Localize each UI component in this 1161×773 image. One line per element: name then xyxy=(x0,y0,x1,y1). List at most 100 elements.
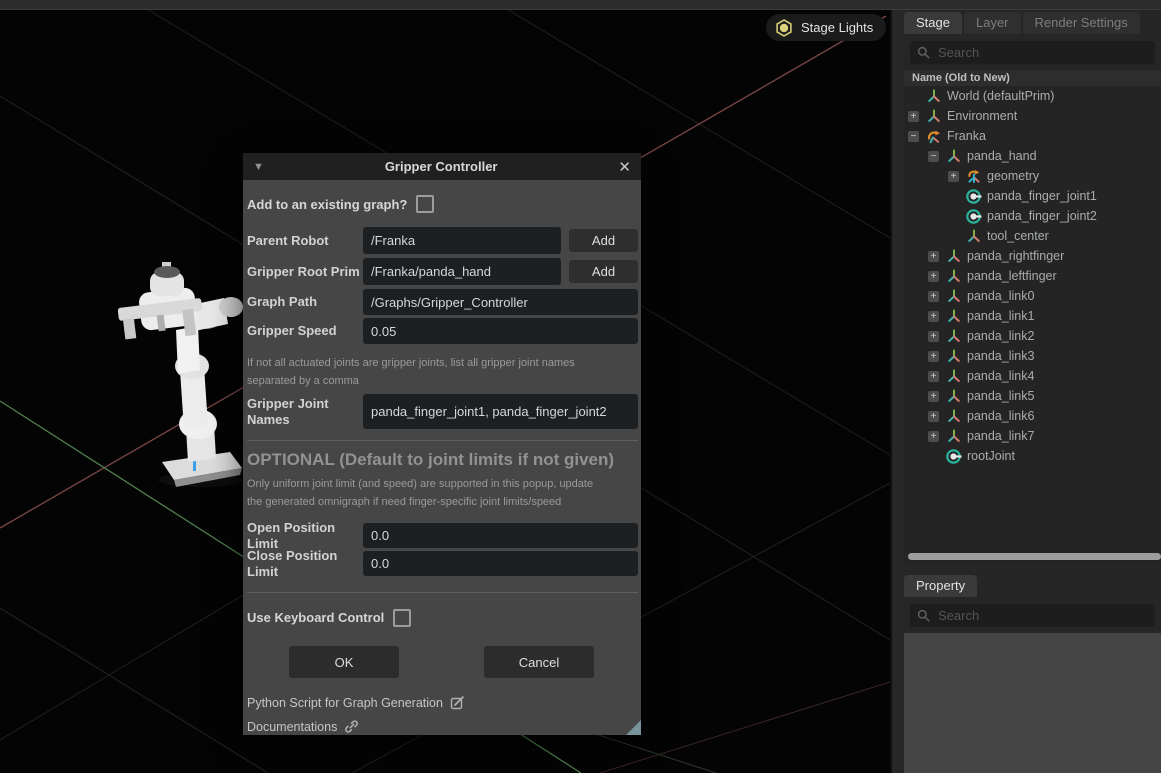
tree-column-header[interactable]: Name (Old to New) xyxy=(904,70,1161,86)
graph-path-input[interactable] xyxy=(363,289,638,315)
stage-search-input[interactable] xyxy=(936,44,1148,61)
property-search-box[interactable] xyxy=(910,604,1155,627)
cancel-button[interactable]: Cancel xyxy=(484,646,594,678)
xform-prim-icon xyxy=(925,108,942,124)
expander-spacer xyxy=(948,211,959,222)
dialog-titlebar[interactable]: ▼ Gripper Controller ✕ xyxy=(243,153,641,180)
tree-item-label: panda_finger_joint1 xyxy=(987,189,1097,203)
documentations-label: Documentations xyxy=(247,720,337,734)
stage-lights-label: Stage Lights xyxy=(801,20,873,35)
collapse-icon[interactable]: ▼ xyxy=(253,161,264,173)
tree-item-panda-link6[interactable]: + panda_link6 xyxy=(904,406,1161,426)
joint-names-hint: If not all actuated joints are gripper j… xyxy=(247,355,619,390)
stage-lights-button[interactable]: Stage Lights xyxy=(766,14,886,41)
python-script-link[interactable]: Python Script for Graph Generation xyxy=(247,695,638,710)
tree-item-panda-link4[interactable]: + panda_link4 xyxy=(904,366,1161,386)
graph-path-label: Graph Path xyxy=(247,294,363,310)
tree-item-panda-finger-joint2[interactable]: panda_finger_joint2 xyxy=(904,206,1161,226)
tree-item-label: panda_leftfinger xyxy=(967,269,1057,283)
add-existing-checkbox[interactable] xyxy=(416,195,434,213)
panel-divider[interactable] xyxy=(904,563,1161,575)
tree-item-panda-leftfinger[interactable]: + panda_leftfinger xyxy=(904,266,1161,286)
python-script-label: Python Script for Graph Generation xyxy=(247,696,443,710)
dialog-resize-grip[interactable] xyxy=(626,720,641,735)
expand-icon[interactable]: + xyxy=(948,171,959,182)
tree-item-panda-link3[interactable]: +panda_link3 xyxy=(904,346,1161,366)
tree-item-label: panda_link2 xyxy=(967,329,1034,343)
expand-icon[interactable]: + xyxy=(928,311,939,322)
expand-icon[interactable]: + xyxy=(928,271,939,282)
tree-item-label: panda_link6 xyxy=(967,409,1034,423)
gripper-root-prim-label: Gripper Root Prim xyxy=(247,264,363,280)
tab-property[interactable]: Property xyxy=(904,575,977,597)
stage-search-box[interactable] xyxy=(910,41,1155,64)
documentations-link[interactable]: Documentations xyxy=(247,719,638,734)
xform-prim-icon xyxy=(945,148,962,164)
parent-robot-label: Parent Robot xyxy=(247,233,363,249)
property-tab-bar: Property xyxy=(904,575,1161,597)
optional-heading: OPTIONAL (Default to joint limits if not… xyxy=(247,450,638,470)
expand-icon[interactable]: + xyxy=(928,251,939,262)
expand-icon[interactable]: + xyxy=(928,351,939,362)
tree-item-environment[interactable]: + Environment xyxy=(904,106,1161,126)
tree-item-rootjoint[interactable]: rootJoint xyxy=(904,446,1161,466)
tree-item-panda-link0[interactable]: + panda_link0 xyxy=(904,286,1161,306)
open-position-limit-input[interactable] xyxy=(363,523,638,548)
tree-item-panda-link7[interactable]: + panda_link7 xyxy=(904,426,1161,446)
xform-prim-icon xyxy=(945,248,962,264)
tree-item-label: World (defaultPrim) xyxy=(947,89,1054,103)
expand-icon[interactable]: + xyxy=(928,371,939,382)
open-position-limit-label: Open Position Limit xyxy=(247,520,363,551)
xform-prim-icon xyxy=(945,268,962,284)
expand-icon[interactable]: + xyxy=(928,391,939,402)
tree-item-franka[interactable]: −Franka xyxy=(904,126,1161,146)
link-icon[interactable] xyxy=(344,719,359,734)
tree-item-tool-center[interactable]: tool_center xyxy=(904,226,1161,246)
tree-item-world-defaultprim-[interactable]: World (defaultPrim) xyxy=(904,86,1161,106)
tree-item-panda-link1[interactable]: + panda_link1 xyxy=(904,306,1161,326)
tree-item-panda-rightfinger[interactable]: +panda_rightfinger xyxy=(904,246,1161,266)
close-icon[interactable]: ✕ xyxy=(618,158,631,176)
tree-item-panda-finger-joint1[interactable]: panda_finger_joint1 xyxy=(904,186,1161,206)
tree-item-geometry[interactable]: +geometry xyxy=(904,166,1161,186)
tab-render-settings[interactable]: Render Settings xyxy=(1023,12,1140,34)
tree-item-panda-hand[interactable]: −panda_hand xyxy=(904,146,1161,166)
gripper-speed-input[interactable] xyxy=(363,318,638,344)
ok-button[interactable]: OK xyxy=(289,646,399,678)
tab-stage[interactable]: Stage xyxy=(904,12,962,34)
tree-item-label: rootJoint xyxy=(967,449,1015,463)
gripper-root-prim-input[interactable] xyxy=(363,258,561,285)
expand-icon[interactable]: + xyxy=(928,331,939,342)
use-keyboard-checkbox[interactable] xyxy=(393,609,411,627)
tree-item-label: panda_link1 xyxy=(967,309,1034,323)
expand-icon[interactable]: + xyxy=(928,431,939,442)
gripper-root-prim-add-button[interactable]: Add xyxy=(569,260,638,283)
parent-robot-input[interactable] xyxy=(363,227,561,254)
expand-icon[interactable]: + xyxy=(908,111,919,122)
xform-prim-icon xyxy=(945,428,962,444)
tree-item-label: panda_link7 xyxy=(967,429,1034,443)
edit-icon[interactable] xyxy=(450,695,465,710)
xform-prim-icon xyxy=(945,388,962,404)
expand-icon[interactable]: + xyxy=(928,411,939,422)
tree-item-panda-link5[interactable]: +panda_link5 xyxy=(904,386,1161,406)
collapse-icon[interactable]: − xyxy=(908,131,919,142)
gripper-joint-names-input[interactable] xyxy=(363,394,638,429)
parent-robot-add-button[interactable]: Add xyxy=(569,229,638,252)
xform-prim-icon xyxy=(965,228,982,244)
tree-item-label: panda_link4 xyxy=(967,369,1034,383)
tab-layer[interactable]: Layer xyxy=(964,12,1021,34)
joint-prim-icon xyxy=(945,448,962,464)
collapse-icon[interactable]: − xyxy=(928,151,939,162)
close-position-limit-input[interactable] xyxy=(363,551,638,576)
tree-item-panda-link2[interactable]: + panda_link2 xyxy=(904,326,1161,346)
panel-splitter[interactable] xyxy=(890,10,904,773)
property-search-input[interactable] xyxy=(936,607,1148,624)
tree-item-label: panda_link0 xyxy=(967,289,1034,303)
tree-item-label: Environment xyxy=(947,109,1017,123)
gripper-controller-dialog: ▼ Gripper Controller ✕ Add to an existin… xyxy=(243,153,641,735)
expand-icon[interactable]: + xyxy=(928,291,939,302)
xform-prim-icon xyxy=(925,88,942,104)
horizontal-scrollbar[interactable] xyxy=(908,553,1161,560)
gripper-joint-names-label: Gripper Joint Names xyxy=(247,396,363,427)
